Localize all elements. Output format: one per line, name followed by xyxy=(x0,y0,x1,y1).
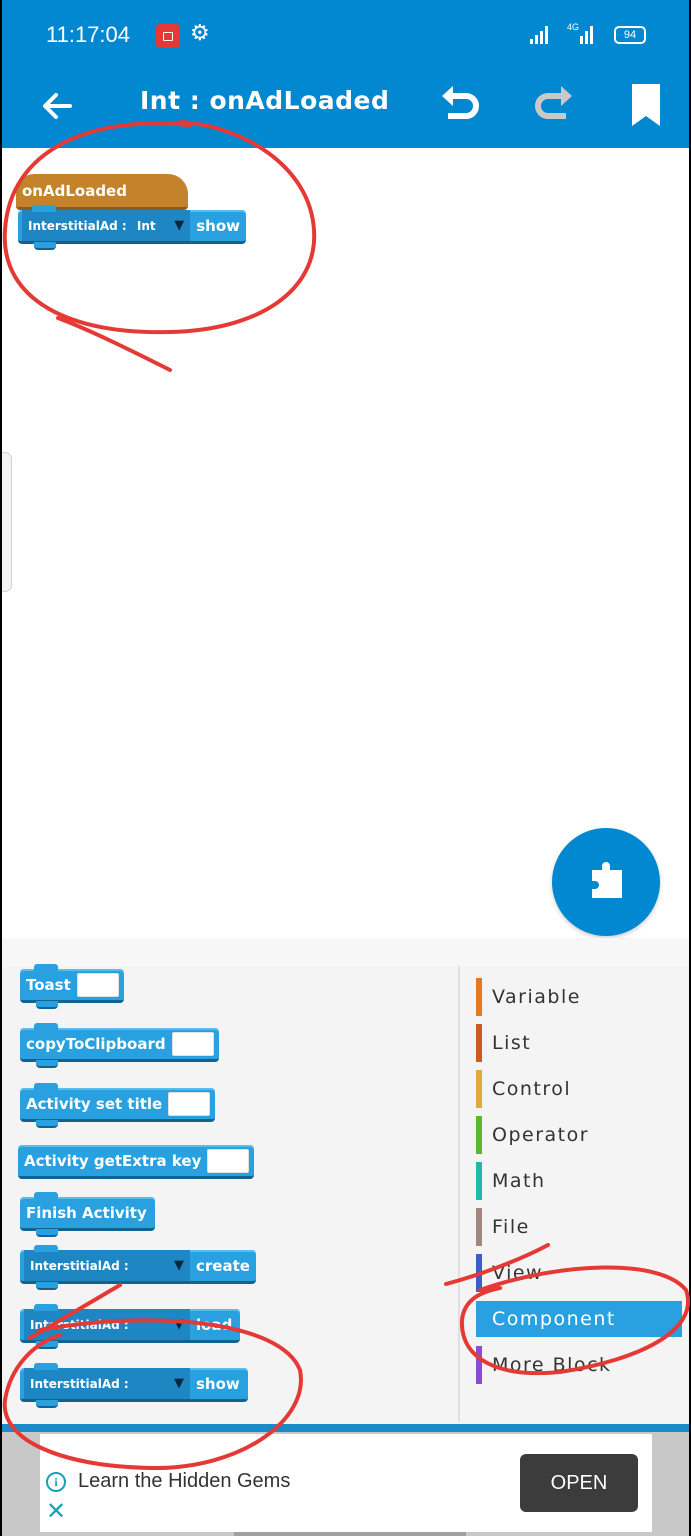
palette-block-interstitial-show[interactable]: InterstitialAd : ▼ show xyxy=(20,1363,248,1408)
page-title: Int : onAdLoaded xyxy=(140,86,390,115)
add-component-fab[interactable] xyxy=(552,828,660,936)
interstitial-show-block[interactable]: InterstitialAd : Int ▼ show xyxy=(18,205,246,250)
ad-scroll-indicator xyxy=(234,1532,466,1536)
text-input-slot[interactable] xyxy=(76,972,119,997)
signal-icon xyxy=(530,26,548,44)
palette-block-toast[interactable]: Toast xyxy=(20,964,124,1009)
chevron-down-icon: ▼ xyxy=(174,1376,184,1391)
palette-block-copy-to-clipboard[interactable]: copyToClipboard xyxy=(20,1023,219,1068)
block-canvas[interactable]: onAdLoaded InterstitialAd : Int ▼ show xyxy=(2,148,689,938)
redo-button[interactable] xyxy=(528,80,578,130)
back-button[interactable] xyxy=(36,84,80,128)
text-input-slot[interactable] xyxy=(168,1091,211,1116)
category-color-bar xyxy=(476,1116,482,1154)
screen-record-icon xyxy=(156,24,180,48)
category-list: Variable List Control Operator Math File… xyxy=(476,974,682,1388)
category-color-bar xyxy=(476,978,482,1016)
status-bar: 11:17:04 ⚙ 4G 94 xyxy=(2,0,689,70)
signal-icon-2 xyxy=(580,24,593,44)
side-drawer-handle[interactable] xyxy=(2,452,12,592)
component-dropdown[interactable]: InterstitialAd : ▼ xyxy=(24,1368,190,1399)
category-color-bar xyxy=(476,1162,482,1200)
category-operator[interactable]: Operator xyxy=(476,1112,682,1158)
category-math[interactable]: Math xyxy=(476,1158,682,1204)
method-label: show xyxy=(196,216,240,235)
category-file[interactable]: File xyxy=(476,1204,682,1250)
palette-bottom-border xyxy=(2,1424,689,1432)
palette-block-interstitial-create[interactable]: InterstitialAd : ▼ create xyxy=(20,1245,256,1290)
component-label: InterstitialAd : xyxy=(28,218,127,233)
arrow-left-icon xyxy=(43,93,72,119)
ad-text: Learn the Hidden Gems xyxy=(78,1470,291,1492)
app-screen: 11:17:04 ⚙ 4G 94 Int : onAdLoaded onAdLo xyxy=(2,0,689,1536)
close-icon[interactable]: ✕ xyxy=(46,1500,66,1524)
category-color-bar xyxy=(476,1346,482,1384)
palette-block-interstitial-load[interactable]: InterstitialAd : ▼ load xyxy=(20,1304,240,1349)
category-control[interactable]: Control xyxy=(476,1066,682,1112)
top-toolbar: Int : onAdLoaded xyxy=(2,70,689,148)
ad-banner: i Learn the Hidden Gems ✕ OPEN xyxy=(2,1432,689,1536)
text-input-slot[interactable] xyxy=(207,1148,250,1173)
battery-indicator: 94 xyxy=(614,26,646,44)
component-dropdown[interactable]: InterstitialAd : ▼ xyxy=(24,1309,190,1340)
status-time: 11:17:04 xyxy=(46,22,131,47)
category-view[interactable]: View xyxy=(476,1250,682,1296)
component-dropdown[interactable]: InterstitialAd : Int ▼ xyxy=(22,210,191,241)
chevron-down-icon: ▼ xyxy=(174,1317,184,1332)
bookmark-icon xyxy=(632,84,660,126)
category-color-bar xyxy=(476,1070,482,1108)
palette-block-finish-activity[interactable]: Finish Activity xyxy=(20,1192,155,1237)
category-variable[interactable]: Variable xyxy=(476,974,682,1020)
undo-icon xyxy=(442,86,479,119)
undo-button[interactable] xyxy=(436,80,486,130)
category-list-item[interactable]: List xyxy=(476,1020,682,1066)
puzzle-icon xyxy=(592,862,622,898)
category-color-bar xyxy=(476,1024,482,1062)
ad-open-button[interactable]: OPEN xyxy=(520,1454,638,1512)
category-color-bar xyxy=(476,1208,482,1246)
chevron-down-icon: ▼ xyxy=(174,1258,184,1273)
gear-icon: ⚙ xyxy=(190,21,210,46)
text-input-slot[interactable] xyxy=(171,1031,214,1056)
info-icon[interactable]: i xyxy=(46,1472,66,1492)
palette-divider xyxy=(458,966,460,1422)
component-value: Int xyxy=(136,218,156,233)
category-more-block[interactable]: More Block xyxy=(476,1342,682,1388)
bookmark-button[interactable] xyxy=(622,80,672,130)
ad-content[interactable]: i Learn the Hidden Gems ✕ OPEN xyxy=(40,1434,652,1532)
chevron-down-icon: ▼ xyxy=(174,218,185,233)
palette-block-activity-set-title[interactable]: Activity set title xyxy=(20,1083,216,1128)
redo-icon xyxy=(535,86,572,119)
category-component[interactable]: Component xyxy=(476,1301,682,1337)
palette-block-activity-get-extra[interactable]: Activity getExtra key xyxy=(18,1145,255,1179)
network-type-label: 4G xyxy=(567,22,580,32)
event-block-label: onAdLoaded xyxy=(22,181,127,200)
category-color-bar xyxy=(476,1254,482,1292)
component-dropdown[interactable]: InterstitialAd : ▼ xyxy=(24,1250,190,1281)
